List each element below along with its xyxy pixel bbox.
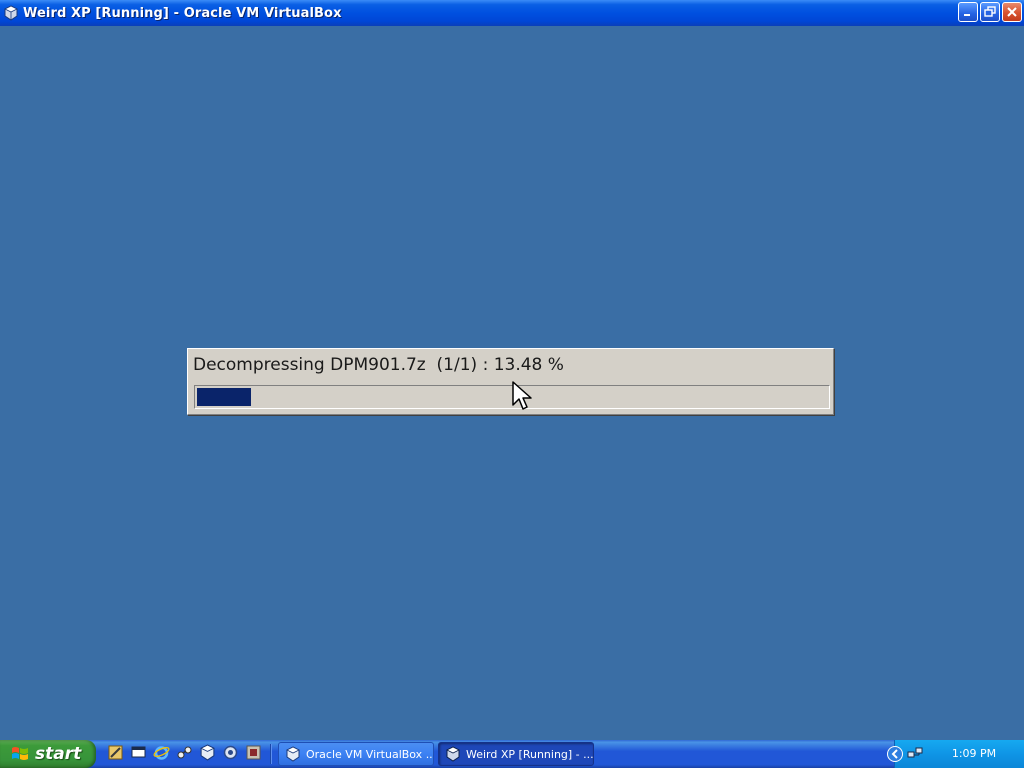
virtualbox-icon <box>446 746 460 762</box>
close-button[interactable] <box>1002 2 1022 22</box>
virtualbox-icon[interactable] <box>199 744 216 761</box>
system-tray: 1:09 PM <box>887 740 1024 768</box>
tools-icon[interactable] <box>107 744 124 761</box>
taskbar-button-virtualbox-manager[interactable]: Oracle VM VirtualBox ... <box>278 742 434 766</box>
window-titlebar[interactable]: Weird XP [Running] - Oracle VM VirtualBo… <box>0 0 1024 26</box>
network-connection-icon[interactable] <box>907 746 923 762</box>
internet-explorer-icon[interactable] <box>153 744 170 761</box>
minimize-button[interactable] <box>958 2 978 22</box>
taskbar-button-label: Weird XP [Running] - ... <box>466 747 594 761</box>
taskbar-button-label: Oracle VM VirtualBox ... <box>306 747 434 761</box>
taskbar-divider <box>270 744 271 764</box>
taskbar-button-weird-xp[interactable]: Weird XP [Running] - ... <box>438 742 594 766</box>
virtualbox-icon[interactable] <box>3 5 19 21</box>
progress-status-text: Decompressing DPM901.7z (1/1) : 13.48 % <box>193 355 564 375</box>
start-label: start <box>35 744 82 764</box>
minimize-icon <box>964 14 970 16</box>
mouse-cursor-icon <box>512 381 532 410</box>
restore-button[interactable] <box>980 2 1000 22</box>
settings-icon[interactable] <box>222 744 239 761</box>
media-icon[interactable] <box>245 744 262 761</box>
progress-bar-fill <box>197 388 251 406</box>
show-desktop-icon[interactable] <box>130 744 147 761</box>
taskbar-clock[interactable]: 1:09 PM <box>929 747 1019 760</box>
windows-logo-icon <box>12 747 28 760</box>
show-hidden-icons-icon[interactable] <box>887 746 903 762</box>
decompress-progress-dialog: Decompressing DPM901.7z (1/1) : 13.48 % <box>187 348 834 415</box>
restore-icon <box>984 6 996 17</box>
window-title: Weird XP [Running] - Oracle VM VirtualBo… <box>23 5 342 21</box>
network-icon[interactable] <box>176 744 193 761</box>
quick-launch-bar <box>107 744 262 761</box>
start-button[interactable]: start <box>0 740 96 768</box>
taskbar: start Oracle VM VirtualBox ... Weird XP <box>0 740 1024 768</box>
close-icon <box>1007 7 1017 17</box>
virtualbox-icon <box>286 746 300 762</box>
